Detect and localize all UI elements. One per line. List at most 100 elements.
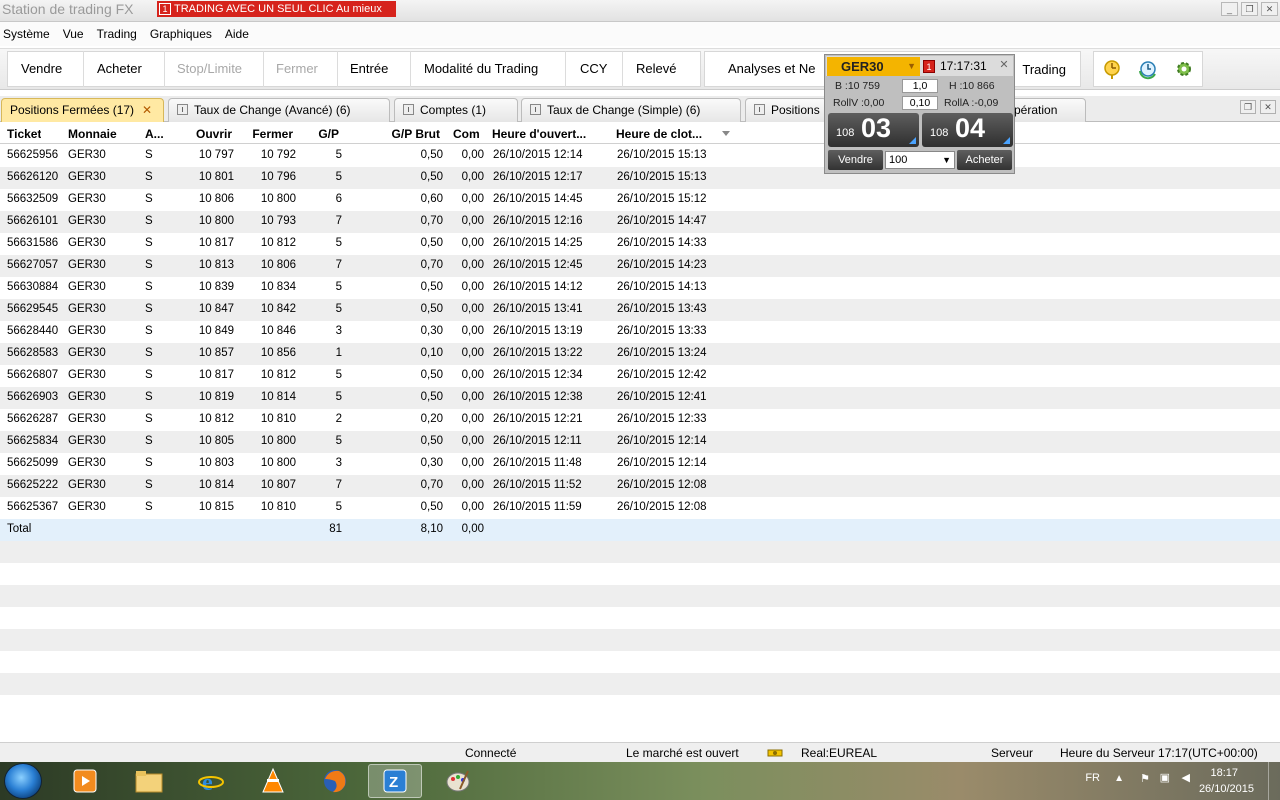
table-row[interactable]: 56627057 GER30 S 10 813 10 806 7 0,70 0,00 26/10… bbox=[0, 255, 1280, 277]
clock-time[interactable]: 18:17 bbox=[1210, 767, 1238, 779]
cell-open: 10 803 bbox=[198, 457, 234, 469]
restore-icon[interactable]: ❐ bbox=[1241, 2, 1258, 16]
tab-exchange-rates-simple[interactable]: Taux de Change (Simple) (6) bbox=[521, 98, 741, 122]
widget-buy-button[interactable]: Acheter bbox=[957, 150, 1012, 170]
table-row[interactable]: 56626807 GER30 S 10 817 10 812 5 0,50 0,00 26/10… bbox=[0, 365, 1280, 387]
quantity-select[interactable]: 100 ▼ bbox=[885, 151, 955, 169]
menu-graphiques[interactable]: Graphiques bbox=[147, 27, 215, 41]
col-pl-gross[interactable]: G/P Brut bbox=[360, 127, 440, 141]
tab-accounts[interactable]: Comptes (1) bbox=[394, 98, 518, 122]
close-position-button[interactable]: Fermer bbox=[264, 51, 338, 87]
col-open-time[interactable]: Heure d'ouvert... bbox=[492, 127, 606, 141]
minimize-icon[interactable]: _ bbox=[1221, 2, 1238, 16]
widget-sell-button[interactable]: Vendre bbox=[828, 150, 883, 170]
cell-ticket: 56632509 bbox=[7, 193, 59, 205]
panel-restore-icon[interactable]: ❐ bbox=[1240, 100, 1256, 114]
cell-action: S bbox=[145, 193, 153, 205]
clock-date[interactable]: 26/10/2015 bbox=[1199, 783, 1254, 795]
close-icon[interactable]: ✕ bbox=[1261, 2, 1278, 16]
cell-ticket: 56628583 bbox=[7, 347, 59, 359]
col-pl[interactable]: G/P bbox=[300, 127, 339, 141]
col-currency[interactable]: Monnaie bbox=[68, 127, 117, 141]
empty-row bbox=[0, 629, 1280, 651]
table-row[interactable]: 56631586 GER30 S 10 817 10 812 5 0,50 0,00 26/10… bbox=[0, 233, 1280, 255]
paint-icon[interactable] bbox=[431, 764, 485, 798]
widget-roll-buy: RollA :-0,09 bbox=[944, 97, 999, 109]
statement-button[interactable]: Relevé bbox=[623, 51, 693, 87]
file-explorer-icon[interactable] bbox=[122, 764, 176, 798]
cell-close-time: 26/10/2015 15:12 bbox=[617, 193, 707, 205]
cell-pl: 7 bbox=[335, 215, 342, 227]
table-row[interactable]: 56628583 GER30 S 10 857 10 856 1 0,10 0,00 26/10… bbox=[0, 343, 1280, 365]
vlc-icon[interactable] bbox=[246, 764, 300, 798]
table-row[interactable]: 56629545 GER30 S 10 847 10 842 5 0,50 0,00 26/10… bbox=[0, 299, 1280, 321]
quote-widget[interactable]: GER30 ▼ 1 17:17:31 ✕ B :10 759 1,0 H :10… bbox=[824, 54, 1015, 174]
language-indicator[interactable]: FR bbox=[1085, 772, 1100, 784]
empty-row bbox=[0, 673, 1280, 695]
show-hidden-icons-icon[interactable]: ▲ bbox=[1114, 773, 1124, 784]
refresh-clock-icon[interactable] bbox=[1133, 54, 1163, 84]
cell-commission: 0,00 bbox=[461, 413, 484, 425]
col-open[interactable]: Ouvrir bbox=[176, 127, 232, 141]
ccy-button[interactable]: CCY bbox=[566, 51, 623, 87]
tab-closed-positions[interactable]: Positions Fermées (17) ✕ bbox=[1, 98, 164, 122]
sell-button[interactable]: Vendre bbox=[8, 51, 84, 87]
tab-close-icon[interactable]: ✕ bbox=[142, 103, 152, 117]
volume-icon[interactable]: ◀ bbox=[1182, 771, 1190, 784]
col-commission[interactable]: Com bbox=[453, 127, 480, 141]
table-row[interactable]: 56625222 GER30 S 10 814 10 807 7 0,70 0,00 26/10… bbox=[0, 475, 1280, 497]
start-button-icon[interactable] bbox=[4, 763, 42, 799]
table-row[interactable]: 56632509 GER30 S 10 806 10 800 6 0,60 0,00 26/10… bbox=[0, 189, 1280, 211]
buy-button[interactable]: Acheter bbox=[84, 51, 165, 87]
cell-commission: 0,00 bbox=[461, 457, 484, 469]
trading-button[interactable]: Trading bbox=[1022, 52, 1066, 88]
entry-button[interactable]: Entrée bbox=[338, 51, 411, 87]
table-row[interactable]: 56628440 GER30 S 10 849 10 846 3 0,30 0,00 26/10… bbox=[0, 321, 1280, 343]
table-row[interactable]: 56630884 GER30 S 10 839 10 834 5 0,50 0,00 26/10… bbox=[0, 277, 1280, 299]
trading-station-taskbar-icon[interactable]: Z bbox=[368, 764, 422, 798]
network-icon[interactable]: ▣ bbox=[1160, 771, 1170, 784]
cell-close: 10 793 bbox=[260, 215, 296, 227]
table-row[interactable]: 56625099 GER30 S 10 803 10 800 3 0,30 0,00 26/10… bbox=[0, 453, 1280, 475]
table-row[interactable]: 56626120 GER30 S 10 801 10 796 5 0,50 0,00 26/10… bbox=[0, 167, 1280, 189]
sell-price-tile[interactable]: 108 03 bbox=[828, 113, 919, 147]
settings-gear-icon[interactable] bbox=[1169, 54, 1199, 84]
table-row[interactable]: 56626903 GER30 S 10 819 10 814 5 0,50 0,00 26/10… bbox=[0, 387, 1280, 409]
table-row[interactable]: 56626287 GER30 S 10 812 10 810 2 0,20 0,00 26/10… bbox=[0, 409, 1280, 431]
clock-icon[interactable] bbox=[1097, 54, 1127, 84]
firefox-icon[interactable] bbox=[308, 764, 362, 798]
stop-limit-button[interactable]: Stop/Limite bbox=[165, 51, 264, 87]
cell-open: 10 839 bbox=[198, 281, 234, 293]
panel-close-icon[interactable]: ✕ bbox=[1260, 100, 1276, 114]
table-row[interactable]: 56625956 GER30 S 10 797 10 792 5 0,50 0,00 26/10… bbox=[0, 145, 1280, 167]
cell-pl-gross: 0,50 bbox=[420, 501, 443, 513]
analyses-button[interactable]: Analyses et Ne bbox=[705, 51, 838, 87]
table-row[interactable]: 56625367 GER30 S 10 815 10 810 5 0,50 0,00 26/10… bbox=[0, 497, 1280, 519]
tab-positions[interactable]: Positions bbox=[745, 98, 827, 122]
cell-open: 10 817 bbox=[198, 237, 234, 249]
col-ticket[interactable]: Ticket bbox=[7, 127, 41, 141]
show-desktop-button[interactable] bbox=[1268, 762, 1280, 800]
table-row[interactable]: 56626101 GER30 S 10 800 10 793 7 0,70 0,00 26/10… bbox=[0, 211, 1280, 233]
col-close[interactable]: Fermer bbox=[236, 127, 293, 141]
menu-trading[interactable]: Trading bbox=[94, 27, 140, 41]
cell-ticket: 56625222 bbox=[7, 479, 59, 491]
table-row[interactable]: 56625834 GER30 S 10 805 10 800 5 0,50 0,00 26/10… bbox=[0, 431, 1280, 453]
menu-aide[interactable]: Aide bbox=[222, 27, 252, 41]
cell-open-time: 26/10/2015 12:17 bbox=[493, 171, 583, 183]
col-close-time[interactable]: Heure de clot... bbox=[616, 127, 720, 141]
one-click-trading-banner[interactable]: 1 TRADING AVEC UN SEUL CLIC Au mieux bbox=[157, 1, 396, 17]
action-center-flag-icon[interactable]: ⚑ bbox=[1140, 772, 1150, 785]
menu-vue[interactable]: Vue bbox=[60, 27, 87, 41]
media-player-icon[interactable] bbox=[58, 764, 112, 798]
widget-close-icon[interactable]: ✕ bbox=[997, 58, 1011, 73]
tab-exchange-rates-advanced[interactable]: Taux de Change (Avancé) (6) bbox=[168, 98, 390, 122]
menu-systeme[interactable]: Système bbox=[0, 27, 53, 41]
internet-explorer-icon[interactable]: e bbox=[184, 764, 238, 798]
widget-symbol-select[interactable]: GER30 ▼ bbox=[827, 57, 920, 76]
status-bar: Connecté Le marché est ouvert Real:EUREA… bbox=[0, 742, 1280, 762]
cell-commission: 0,00 bbox=[461, 347, 484, 359]
col-action[interactable]: A... bbox=[145, 127, 164, 141]
buy-price-tile[interactable]: 108 04 bbox=[922, 113, 1013, 147]
trading-mode-button[interactable]: Modalité du Trading bbox=[411, 51, 566, 87]
